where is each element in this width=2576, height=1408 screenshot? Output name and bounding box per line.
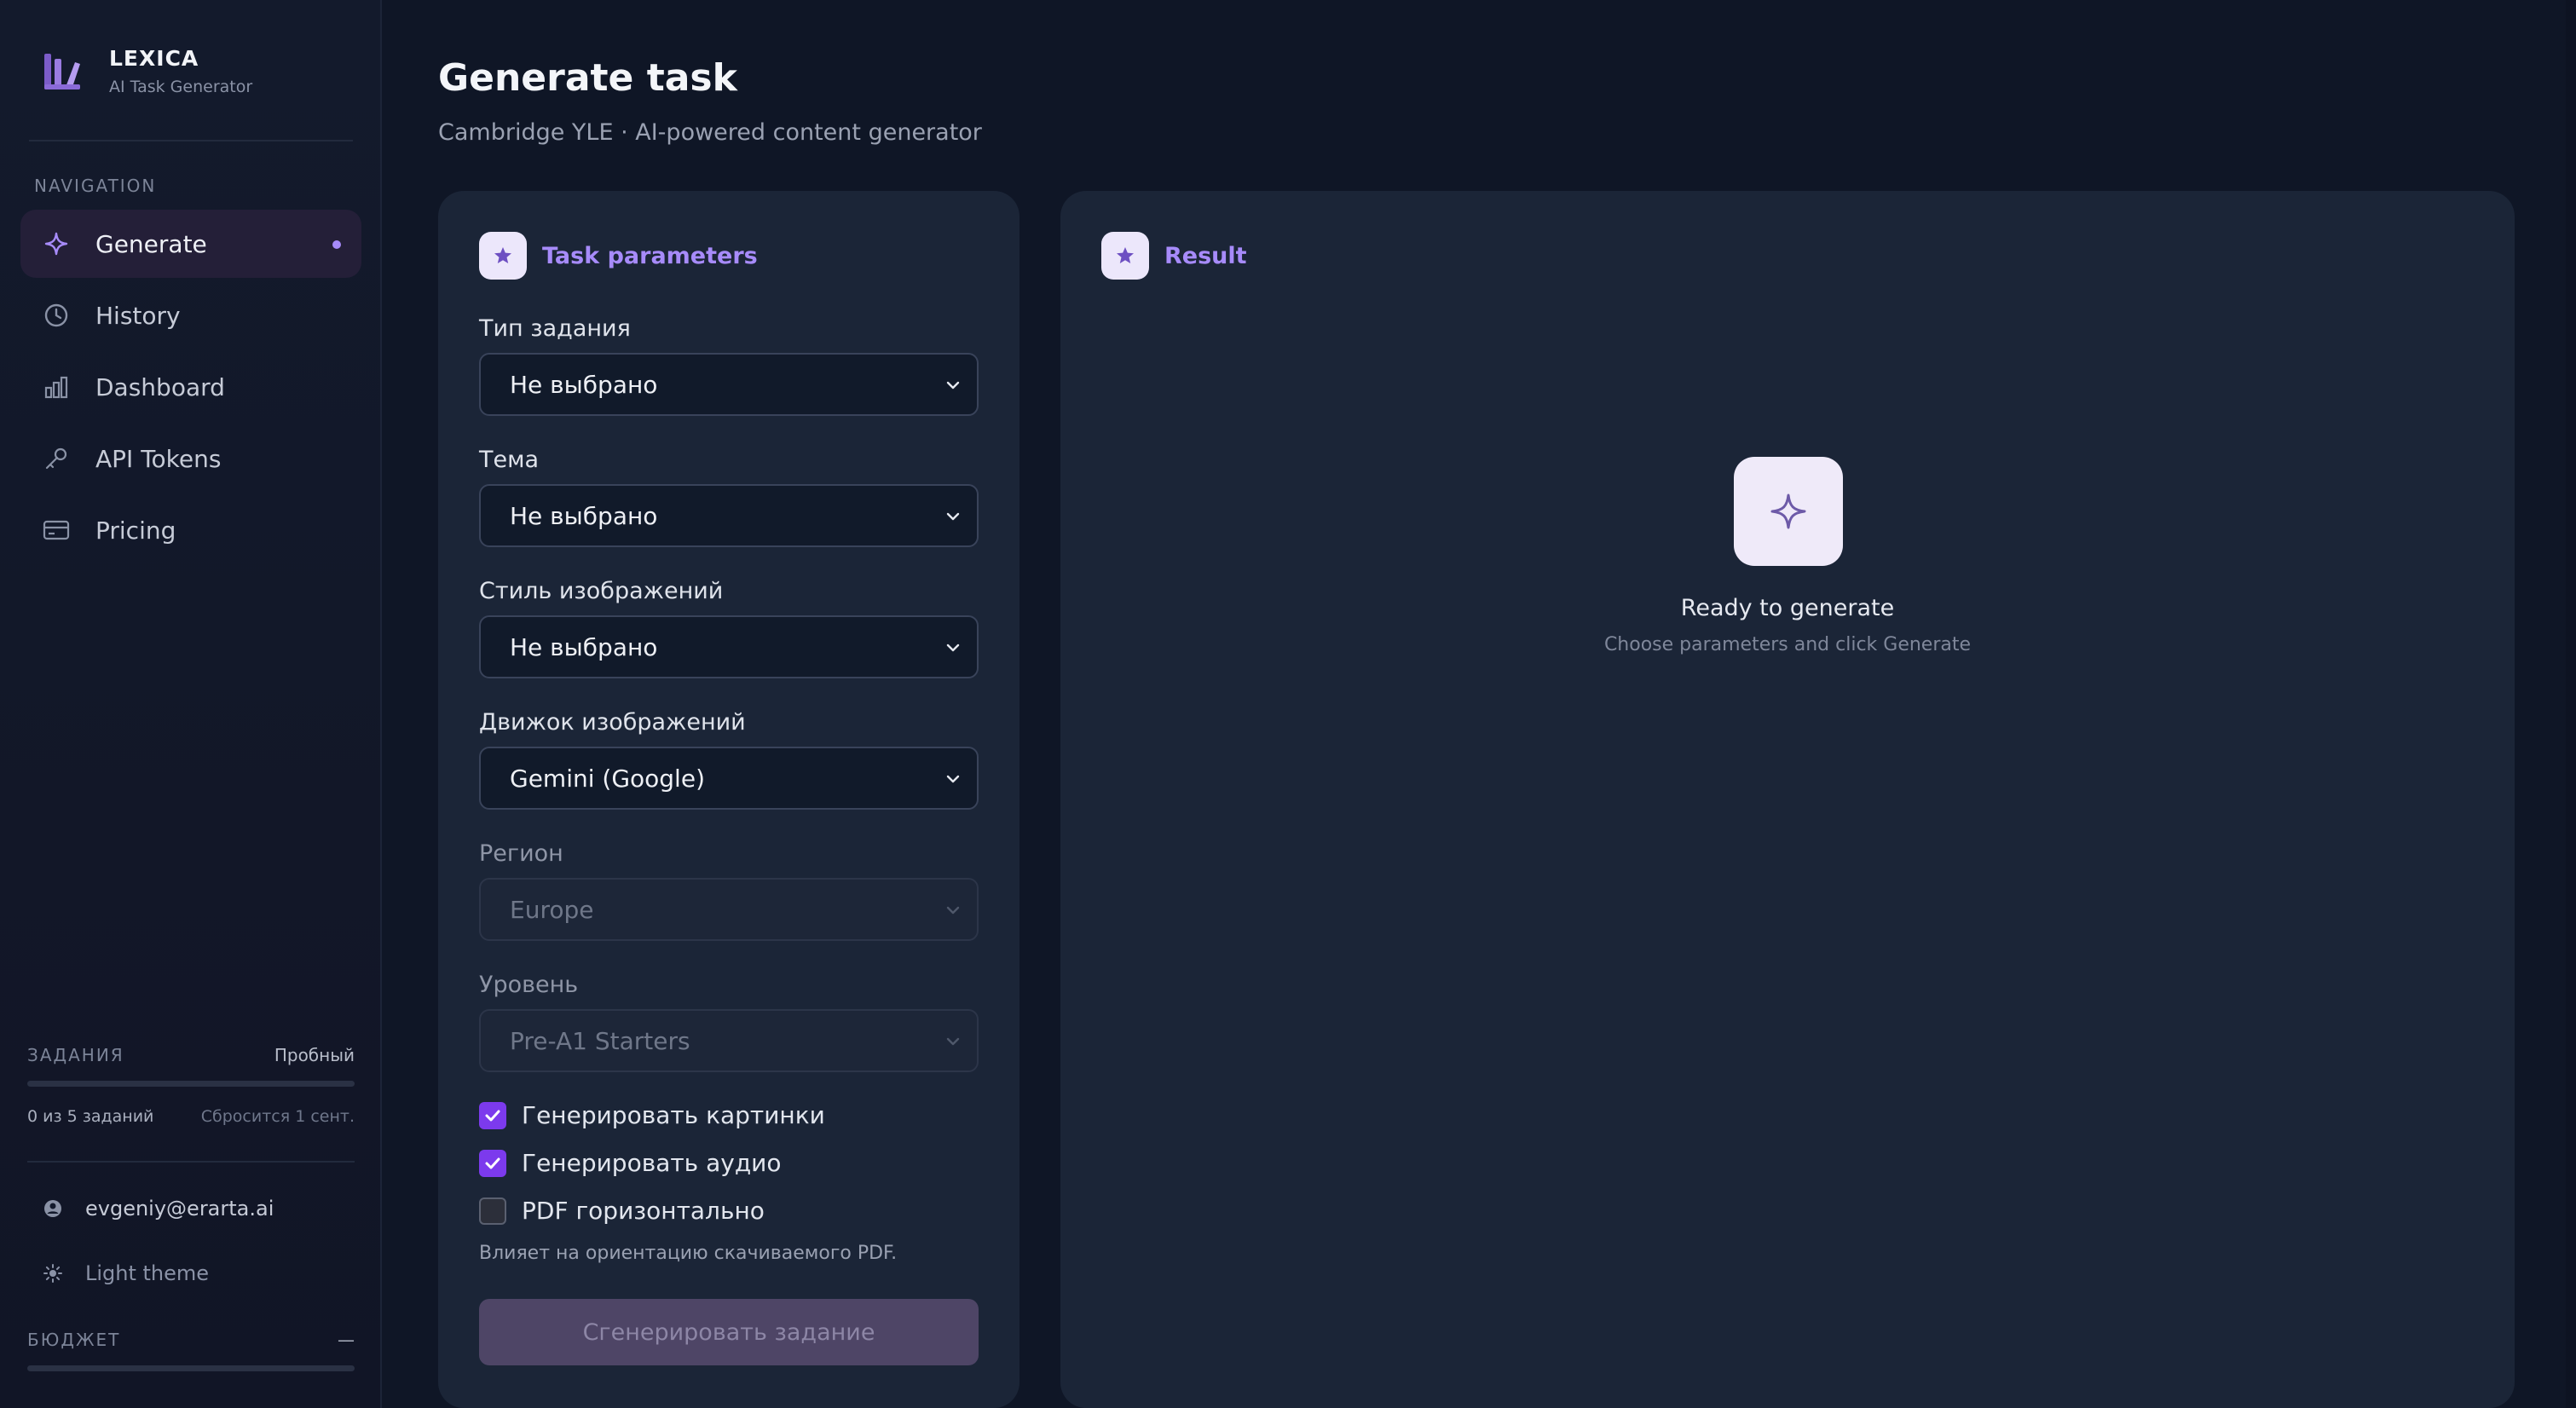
page-subtitle: Cambridge YLE · AI-powered content gener… bbox=[438, 119, 982, 146]
quota-count: 0 из 5 заданий bbox=[27, 1107, 154, 1126]
checkbox-checked-icon[interactable] bbox=[479, 1101, 506, 1129]
star-icon bbox=[479, 232, 527, 280]
sidebar-item-dashboard[interactable]: Dashboard bbox=[20, 353, 361, 421]
sidebar: LEXICA AI Task Generator NAVIGATION Gene… bbox=[0, 0, 382, 1408]
user-icon bbox=[41, 1197, 65, 1220]
plan-badge: Пробный bbox=[274, 1045, 355, 1065]
topic-select[interactable]: Не выбрано bbox=[479, 484, 979, 547]
generate-task-button[interactable]: Сгенерировать задание bbox=[479, 1299, 979, 1365]
sidebar-item-label: Generate bbox=[95, 229, 207, 258]
bar-chart-icon bbox=[43, 373, 70, 401]
select-value: Не выбрано bbox=[510, 501, 658, 530]
image-engine-label: Движок изображений bbox=[479, 709, 746, 736]
sidebar-item-api-tokens[interactable]: API Tokens bbox=[20, 424, 361, 493]
sun-icon bbox=[41, 1261, 65, 1285]
chevron-down-icon bbox=[946, 643, 960, 652]
sparkle-icon bbox=[1734, 457, 1843, 566]
pdf-landscape-checkbox[interactable]: PDF горизонтально bbox=[479, 1197, 765, 1225]
task-type-label: Тип задания bbox=[479, 315, 631, 342]
quota-progress-bar bbox=[27, 1081, 355, 1087]
select-value: Не выбрано bbox=[510, 632, 658, 661]
budget-value: — bbox=[338, 1330, 355, 1350]
lexica-logo-icon bbox=[43, 50, 82, 93]
panel-header: Result bbox=[1101, 232, 1247, 280]
empty-state-title: Ready to generate bbox=[1680, 595, 1895, 621]
card-icon bbox=[43, 516, 70, 544]
topic-label: Тема bbox=[479, 447, 540, 473]
panel-header: Task parameters bbox=[479, 232, 758, 280]
generate-images-checkbox[interactable]: Генерировать картинки bbox=[479, 1101, 825, 1129]
theme-label: Light theme bbox=[85, 1261, 210, 1285]
level-label: Уровень bbox=[479, 972, 579, 998]
pdf-hint: Влияет на ориентацию скачиваемого PDF. bbox=[479, 1243, 898, 1264]
sidebar-item-generate[interactable]: Generate bbox=[20, 210, 361, 278]
image-style-select[interactable]: Не выбрано bbox=[479, 615, 979, 678]
select-value: Pre-A1 Starters bbox=[510, 1026, 690, 1055]
page-title: Generate task bbox=[438, 56, 737, 100]
empty-state-subtitle: Choose parameters and click Generate bbox=[1603, 634, 1972, 655]
level-select[interactable]: Pre-A1 Starters bbox=[479, 1009, 979, 1072]
user-account[interactable]: evgeniy@erarta.ai bbox=[41, 1197, 274, 1220]
key-icon bbox=[43, 445, 70, 472]
quota-reset: Сбросится 1 сент. bbox=[200, 1107, 355, 1126]
brand-name: LEXICA bbox=[109, 46, 199, 71]
checkbox-unchecked-icon[interactable] bbox=[479, 1197, 506, 1225]
star-icon bbox=[1101, 232, 1149, 280]
divider bbox=[27, 1161, 355, 1163]
checkbox-label: PDF горизонтально bbox=[522, 1197, 765, 1225]
sidebar-item-label: Pricing bbox=[95, 516, 176, 545]
result-panel: Result Ready to generate Choose paramete… bbox=[1060, 191, 2515, 1408]
checkbox-label: Генерировать картинки bbox=[522, 1101, 825, 1129]
panel-title: Result bbox=[1164, 242, 1247, 269]
select-value: Europe bbox=[510, 895, 594, 924]
nav-section-title: NAVIGATION bbox=[34, 176, 157, 196]
budget-progress-bar bbox=[27, 1365, 355, 1371]
sidebar-item-label: Dashboard bbox=[95, 372, 225, 401]
sparkle-icon bbox=[43, 230, 70, 257]
sidebar-item-pricing[interactable]: Pricing bbox=[20, 496, 361, 564]
generate-audio-checkbox[interactable]: Генерировать аудио bbox=[479, 1149, 782, 1177]
panel-title: Task parameters bbox=[542, 242, 758, 269]
budget-label: БЮДЖЕТ bbox=[27, 1330, 121, 1350]
chevron-down-icon bbox=[946, 512, 960, 521]
select-value: Не выбрано bbox=[510, 370, 658, 399]
active-indicator-dot bbox=[332, 240, 341, 249]
task-parameters-panel: Task parameters Тип задания Не выбрано Т… bbox=[438, 191, 1019, 1408]
checkbox-label: Генерировать аудио bbox=[522, 1149, 782, 1177]
chevron-down-icon bbox=[946, 1037, 960, 1046]
sidebar-item-history[interactable]: History bbox=[20, 281, 361, 349]
quota-label: ЗАДАНИЯ bbox=[27, 1045, 124, 1065]
checkbox-checked-icon[interactable] bbox=[479, 1149, 506, 1177]
brand-subtitle: AI Task Generator bbox=[109, 78, 253, 96]
chevron-down-icon bbox=[946, 381, 960, 390]
task-type-select[interactable]: Не выбрано bbox=[479, 353, 979, 416]
region-select[interactable]: Europe bbox=[479, 878, 979, 941]
region-label: Регион bbox=[479, 840, 563, 867]
divider bbox=[29, 140, 353, 141]
image-engine-select[interactable]: Gemini (Google) bbox=[479, 747, 979, 810]
sidebar-item-label: History bbox=[95, 301, 181, 330]
select-value: Gemini (Google) bbox=[510, 764, 705, 793]
sidebar-item-label: API Tokens bbox=[95, 444, 222, 473]
task-quota: ЗАДАНИЯ Пробный 0 из 5 заданий Сбросится… bbox=[27, 1045, 355, 1126]
theme-toggle[interactable]: Light theme bbox=[41, 1261, 209, 1285]
budget: БЮДЖЕТ — bbox=[27, 1330, 355, 1350]
chevron-down-icon bbox=[946, 775, 960, 783]
clock-icon bbox=[43, 302, 70, 329]
user-email: evgeniy@erarta.ai bbox=[85, 1197, 274, 1220]
image-style-label: Стиль изображений bbox=[479, 578, 724, 604]
sidebar-nav: Generate History Dashboard API Tokens Pr… bbox=[20, 210, 361, 568]
chevron-down-icon bbox=[946, 906, 960, 915]
brand[interactable]: LEXICA AI Task Generator bbox=[43, 46, 252, 96]
scrollbar[interactable] bbox=[2566, 0, 2576, 1408]
